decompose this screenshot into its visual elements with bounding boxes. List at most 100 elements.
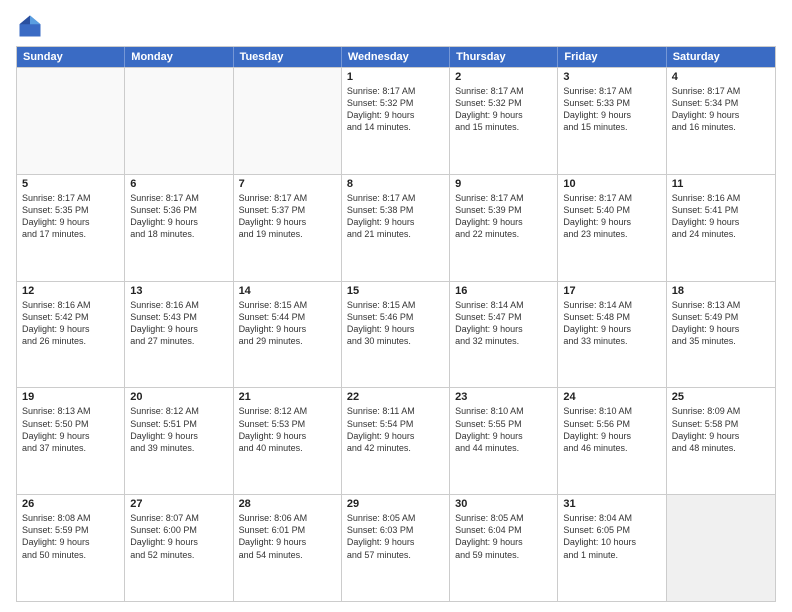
calendar-cell: 21 Sunrise: 8:12 AM Sunset: 5:53 PM Dayli… <box>234 388 342 494</box>
day-info: Sunrise: 8:17 AM Sunset: 5:37 PM Dayligh… <box>239 192 336 241</box>
day-info: Sunrise: 8:05 AM Sunset: 6:04 PM Dayligh… <box>455 512 552 561</box>
day-number: 13 <box>130 285 227 297</box>
day-info: Sunrise: 8:10 AM Sunset: 5:55 PM Dayligh… <box>455 405 552 454</box>
day-info: Sunrise: 8:17 AM Sunset: 5:33 PM Dayligh… <box>563 85 660 134</box>
day-number: 14 <box>239 285 336 297</box>
calendar-cell: 1 Sunrise: 8:17 AM Sunset: 5:32 PM Daylig… <box>342 68 450 174</box>
day-number: 25 <box>672 391 770 403</box>
calendar-cell: 18Sunrise: 8:13 AM Sunset: 5:49 PM Dayli… <box>667 282 775 388</box>
calendar-cell: 13Sunrise: 8:16 AM Sunset: 5:43 PM Dayli… <box>125 282 233 388</box>
logo-icon <box>16 12 44 40</box>
day-number: 28 <box>239 498 336 510</box>
calendar-week: 5 Sunrise: 8:17 AM Sunset: 5:35 PM Daylig… <box>17 174 775 281</box>
calendar-cell <box>234 68 342 174</box>
header <box>16 12 776 40</box>
day-number: 29 <box>347 498 444 510</box>
day-info: Sunrise: 8:11 AM Sunset: 5:54 PM Dayligh… <box>347 405 444 454</box>
day-info: Sunrise: 8:14 AM Sunset: 5:47 PM Dayligh… <box>455 299 552 348</box>
calendar-cell: 25 Sunrise: 8:09 AM Sunset: 5:58 PM Dayli… <box>667 388 775 494</box>
calendar: SundayMondayTuesdayWednesdayThursdayFrid… <box>16 46 776 602</box>
calendar-header-cell: Wednesday <box>342 47 450 67</box>
calendar-cell: 20Sunrise: 8:12 AM Sunset: 5:51 PM Dayli… <box>125 388 233 494</box>
calendar-week: 26 Sunrise: 8:08 AM Sunset: 5:59 PM Dayli… <box>17 494 775 601</box>
logo <box>16 12 48 40</box>
day-number: 21 <box>239 391 336 403</box>
day-info: Sunrise: 8:13 AM Sunset: 5:50 PM Dayligh… <box>22 405 119 454</box>
day-number: 23 <box>455 391 552 403</box>
day-number: 6 <box>130 178 227 190</box>
calendar-cell: 7 Sunrise: 8:17 AM Sunset: 5:37 PM Daylig… <box>234 175 342 281</box>
day-info: Sunrise: 8:17 AM Sunset: 5:39 PM Dayligh… <box>455 192 552 241</box>
calendar-cell: 30Sunrise: 8:05 AM Sunset: 6:04 PM Dayli… <box>450 495 558 601</box>
day-number: 15 <box>347 285 444 297</box>
calendar-week: 1 Sunrise: 8:17 AM Sunset: 5:32 PM Daylig… <box>17 67 775 174</box>
day-info: Sunrise: 8:17 AM Sunset: 5:40 PM Dayligh… <box>563 192 660 241</box>
day-info: Sunrise: 8:17 AM Sunset: 5:35 PM Dayligh… <box>22 192 119 241</box>
calendar-cell <box>125 68 233 174</box>
day-number: 1 <box>347 71 444 83</box>
day-number: 5 <box>22 178 119 190</box>
day-number: 10 <box>563 178 660 190</box>
calendar-header-cell: Thursday <box>450 47 558 67</box>
calendar-cell: 23 Sunrise: 8:10 AM Sunset: 5:55 PM Dayli… <box>450 388 558 494</box>
day-info: Sunrise: 8:10 AM Sunset: 5:56 PM Dayligh… <box>563 405 660 454</box>
day-info: Sunrise: 8:15 AM Sunset: 5:44 PM Dayligh… <box>239 299 336 348</box>
day-info: Sunrise: 8:15 AM Sunset: 5:46 PM Dayligh… <box>347 299 444 348</box>
calendar-cell: 26 Sunrise: 8:08 AM Sunset: 5:59 PM Dayli… <box>17 495 125 601</box>
calendar-header-cell: Saturday <box>667 47 775 67</box>
calendar-cell: 15 Sunrise: 8:15 AM Sunset: 5:46 PM Dayli… <box>342 282 450 388</box>
day-number: 19 <box>22 391 119 403</box>
calendar-cell: 27 Sunrise: 8:07 AM Sunset: 6:00 PM Dayli… <box>125 495 233 601</box>
day-number: 20 <box>130 391 227 403</box>
calendar-header-cell: Monday <box>125 47 233 67</box>
calendar-cell: 4 Sunrise: 8:17 AM Sunset: 5:34 PM Daylig… <box>667 68 775 174</box>
calendar-week: 12Sunrise: 8:16 AM Sunset: 5:42 PM Dayli… <box>17 281 775 388</box>
calendar-cell: 22 Sunrise: 8:11 AM Sunset: 5:54 PM Dayli… <box>342 388 450 494</box>
day-number: 3 <box>563 71 660 83</box>
calendar-cell: 10 Sunrise: 8:17 AM Sunset: 5:40 PM Dayli… <box>558 175 666 281</box>
day-info: Sunrise: 8:14 AM Sunset: 5:48 PM Dayligh… <box>563 299 660 348</box>
day-info: Sunrise: 8:13 AM Sunset: 5:49 PM Dayligh… <box>672 299 770 348</box>
day-number: 31 <box>563 498 660 510</box>
calendar-cell: 3 Sunrise: 8:17 AM Sunset: 5:33 PM Daylig… <box>558 68 666 174</box>
day-number: 26 <box>22 498 119 510</box>
day-info: Sunrise: 8:09 AM Sunset: 5:58 PM Dayligh… <box>672 405 770 454</box>
day-info: Sunrise: 8:17 AM Sunset: 5:32 PM Dayligh… <box>347 85 444 134</box>
calendar-cell: 16 Sunrise: 8:14 AM Sunset: 5:47 PM Dayli… <box>450 282 558 388</box>
day-number: 4 <box>672 71 770 83</box>
calendar-cell: 17 Sunrise: 8:14 AM Sunset: 5:48 PM Dayli… <box>558 282 666 388</box>
day-number: 7 <box>239 178 336 190</box>
day-info: Sunrise: 8:17 AM Sunset: 5:34 PM Dayligh… <box>672 85 770 134</box>
calendar-header-cell: Friday <box>558 47 666 67</box>
day-info: Sunrise: 8:16 AM Sunset: 5:41 PM Dayligh… <box>672 192 770 241</box>
calendar-cell: 9 Sunrise: 8:17 AM Sunset: 5:39 PM Daylig… <box>450 175 558 281</box>
day-number: 24 <box>563 391 660 403</box>
day-info: Sunrise: 8:12 AM Sunset: 5:53 PM Dayligh… <box>239 405 336 454</box>
calendar-cell: 12Sunrise: 8:16 AM Sunset: 5:42 PM Dayli… <box>17 282 125 388</box>
calendar-cell: 19 Sunrise: 8:13 AM Sunset: 5:50 PM Dayli… <box>17 388 125 494</box>
day-number: 27 <box>130 498 227 510</box>
calendar-cell: 24 Sunrise: 8:10 AM Sunset: 5:56 PM Dayli… <box>558 388 666 494</box>
day-info: Sunrise: 8:17 AM Sunset: 5:38 PM Dayligh… <box>347 192 444 241</box>
day-info: Sunrise: 8:17 AM Sunset: 5:36 PM Dayligh… <box>130 192 227 241</box>
calendar-cell: 6 Sunrise: 8:17 AM Sunset: 5:36 PM Daylig… <box>125 175 233 281</box>
day-number: 2 <box>455 71 552 83</box>
calendar-body: 1 Sunrise: 8:17 AM Sunset: 5:32 PM Daylig… <box>17 67 775 601</box>
calendar-cell: 31Sunrise: 8:04 AM Sunset: 6:05 PM Dayli… <box>558 495 666 601</box>
calendar-cell <box>667 495 775 601</box>
day-number: 16 <box>455 285 552 297</box>
calendar-header: SundayMondayTuesdayWednesdayThursdayFrid… <box>17 47 775 67</box>
day-number: 11 <box>672 178 770 190</box>
day-info: Sunrise: 8:06 AM Sunset: 6:01 PM Dayligh… <box>239 512 336 561</box>
day-number: 9 <box>455 178 552 190</box>
day-number: 17 <box>563 285 660 297</box>
day-number: 12 <box>22 285 119 297</box>
calendar-cell: 14 Sunrise: 8:15 AM Sunset: 5:44 PM Dayli… <box>234 282 342 388</box>
calendar-cell: 11 Sunrise: 8:16 AM Sunset: 5:41 PM Dayli… <box>667 175 775 281</box>
day-info: Sunrise: 8:07 AM Sunset: 6:00 PM Dayligh… <box>130 512 227 561</box>
day-number: 22 <box>347 391 444 403</box>
day-number: 8 <box>347 178 444 190</box>
page: SundayMondayTuesdayWednesdayThursdayFrid… <box>0 0 792 612</box>
day-info: Sunrise: 8:08 AM Sunset: 5:59 PM Dayligh… <box>22 512 119 561</box>
calendar-cell: 2Sunrise: 8:17 AM Sunset: 5:32 PM Daylig… <box>450 68 558 174</box>
